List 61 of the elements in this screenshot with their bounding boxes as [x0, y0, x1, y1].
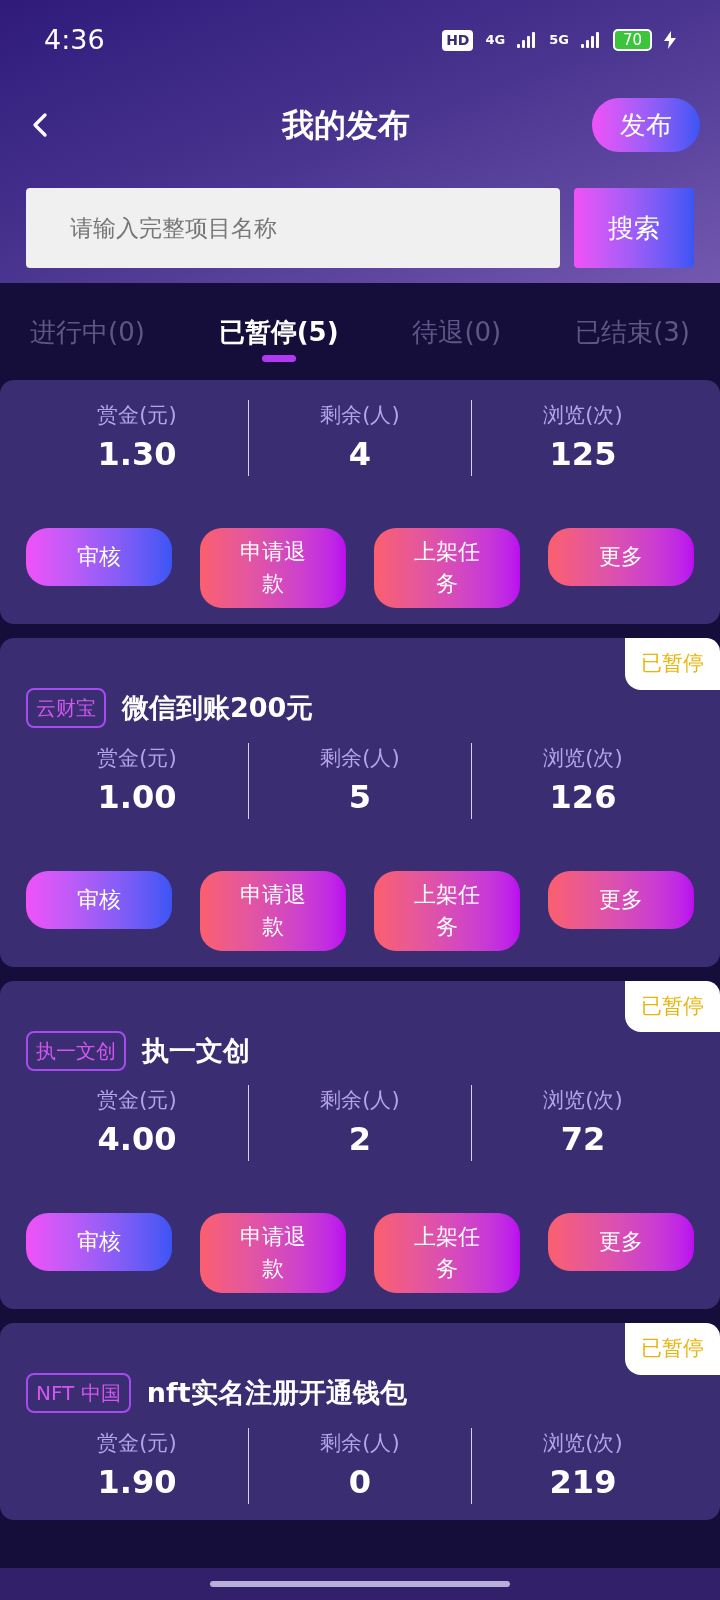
stat-label: 赏金(元) — [97, 402, 177, 429]
tag: 执一文创 — [26, 1030, 126, 1071]
status-badge: 已暂停 — [625, 980, 720, 1032]
status-badge: 已暂停 — [625, 638, 720, 690]
stat-label: 浏览(次) — [543, 1087, 623, 1114]
tab[interactable]: 已暂停(5) — [218, 301, 339, 362]
search-button[interactable]: 搜索 — [574, 188, 694, 268]
stat-value: 219 — [549, 1461, 617, 1503]
stat-label: 浏览(次) — [543, 402, 623, 429]
tab[interactable]: 待退(0) — [412, 301, 502, 362]
action-button[interactable]: 上架任务 — [374, 1213, 520, 1293]
stat-label: 赏金(元) — [97, 1429, 177, 1457]
tag: 云财宝 — [26, 688, 106, 729]
action-button[interactable]: 申请退款 — [200, 870, 346, 951]
action-button[interactable]: 申请退款 — [200, 1213, 346, 1293]
task-title: nft实名注册开通钱包 — [146, 1376, 407, 1410]
battery-indicator: 70 — [612, 29, 652, 51]
charging-icon — [664, 31, 676, 49]
stat-value: 4.00 — [97, 1119, 177, 1160]
signal-icon — [580, 32, 601, 48]
stat-value: 1.00 — [97, 776, 177, 818]
network-type: 5G — [549, 31, 569, 50]
hd-indicator: HD — [442, 29, 474, 51]
stat-value: 72 — [560, 1119, 606, 1160]
stat-value: 1.90 — [97, 1461, 177, 1503]
stat-value: 5 — [348, 776, 372, 818]
stat-label: 浏览(次) — [543, 744, 623, 772]
task-title: 执一文创 — [142, 1033, 250, 1068]
clock: 4:36 — [44, 22, 105, 57]
action-button[interactable]: 申请退款 — [200, 528, 346, 608]
tab[interactable]: 进行中(0) — [30, 301, 145, 362]
action-button[interactable]: 上架任务 — [374, 528, 520, 608]
stat-label: 剩余(人) — [320, 1429, 400, 1457]
search-field[interactable]: 请输入完整项目名称 — [26, 188, 560, 268]
tag: NFT 中国 — [26, 1373, 131, 1414]
stat-label: 剩余(人) — [320, 744, 400, 772]
action-button[interactable]: 审核 — [26, 870, 172, 929]
action-button[interactable]: 审核 — [26, 1213, 172, 1271]
stat-value: 2 — [348, 1119, 372, 1160]
stat-value: 1.30 — [97, 434, 177, 475]
stat-label: 浏览(次) — [543, 1429, 623, 1457]
signal-icon — [517, 32, 538, 48]
action-button[interactable]: 更多 — [548, 528, 694, 586]
action-button[interactable]: 上架任务 — [374, 870, 520, 951]
stat-label: 赏金(元) — [97, 1087, 177, 1114]
task-title: 微信到账200元 — [122, 691, 314, 725]
network-type: 4G — [485, 31, 506, 50]
stat-value: 0 — [348, 1461, 372, 1503]
publish-button[interactable]: 发布 — [592, 98, 700, 152]
status-badge: 已暂停 — [625, 1323, 720, 1375]
stat-label: 剩余(人) — [320, 402, 400, 429]
stat-value: 126 — [549, 776, 617, 818]
stat-label: 剩余(人) — [320, 1087, 400, 1114]
action-button[interactable]: 更多 — [548, 870, 694, 929]
stat-value: 4 — [348, 434, 372, 475]
stat-label: 赏金(元) — [97, 744, 177, 772]
page-title: 我的发布 — [282, 105, 410, 146]
action-button[interactable]: 更多 — [548, 1213, 694, 1271]
action-button[interactable]: 审核 — [26, 528, 172, 586]
tab[interactable]: 已结束(3) — [575, 301, 690, 362]
stat-value: 125 — [549, 434, 617, 475]
